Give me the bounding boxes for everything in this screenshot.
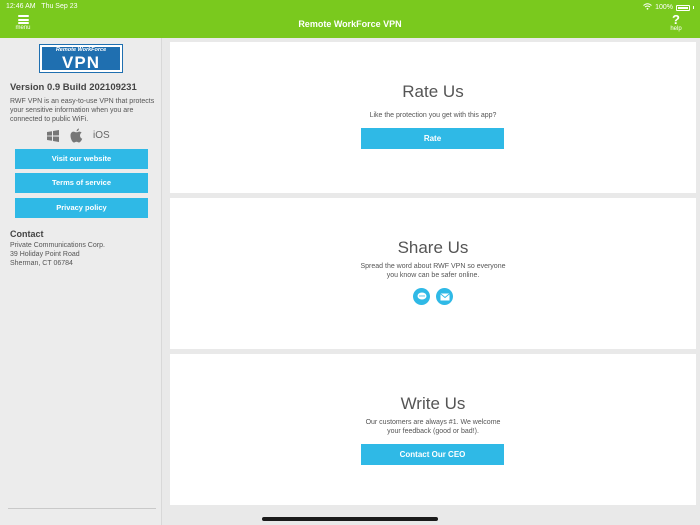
wifi-icon xyxy=(643,3,652,12)
help-label: help xyxy=(670,26,682,32)
share-us-card: Share Us Spread the word about RWF VPN s… xyxy=(170,198,696,349)
terms-of-service-button[interactable]: Terms of service xyxy=(15,173,148,193)
visit-website-button[interactable]: Visit our website xyxy=(15,149,148,169)
rate-us-card: Rate Us Like the protection you get with… xyxy=(170,42,696,193)
rate-button[interactable]: Rate xyxy=(361,128,504,149)
contact-company: Private Communications Corp. xyxy=(10,242,105,249)
top-bar: 12:46 AM Thu Sep 23 100% menu Remote Wor… xyxy=(0,0,700,38)
contact-title: Contact xyxy=(10,229,44,239)
privacy-policy-button[interactable]: Privacy policy xyxy=(15,198,148,218)
logo-main-text: VPN xyxy=(62,53,100,72)
write-us-text: Our customers are always #1. We welcome … xyxy=(365,419,501,435)
share-us-title: Share Us xyxy=(397,238,469,257)
version-label: Version 0.9 Build 202109231 xyxy=(10,82,137,93)
contact-street: 39 Holiday Point Road xyxy=(10,251,80,258)
app-description: RWF VPN is an easy-to-use VPN that prote… xyxy=(10,98,155,123)
windows-icon xyxy=(46,129,60,142)
status-clock: 12:46 AM xyxy=(6,3,36,10)
contact-city: Sherman, CT 06784 xyxy=(10,260,73,267)
platform-icons: iOS xyxy=(46,128,110,143)
share-icons xyxy=(170,288,696,305)
question-icon: ? xyxy=(672,12,680,27)
contact-ceo-button[interactable]: Contact Our CEO xyxy=(361,444,504,465)
write-us-title: Write Us xyxy=(400,394,466,413)
status-time: 12:46 AM Thu Sep 23 xyxy=(6,3,78,10)
help-button[interactable]: ? help xyxy=(666,12,686,32)
rate-us-title: Rate Us xyxy=(402,82,464,101)
app-title: Remote WorkForce VPN xyxy=(298,19,402,29)
battery-percent: 100% xyxy=(655,4,673,11)
sidebar: Remote WorkForce VPN Version 0.9 Build 2… xyxy=(0,38,162,525)
mail-icon[interactable] xyxy=(436,288,453,305)
sidebar-divider xyxy=(8,508,156,509)
battery-icon xyxy=(676,4,690,11)
home-indicator[interactable] xyxy=(262,517,438,521)
message-icon[interactable] xyxy=(413,288,430,305)
share-us-text: Spread the word about RWF VPN so everyon… xyxy=(360,263,506,279)
vpn-logo: Remote WorkForce VPN xyxy=(39,44,123,73)
rate-us-text: Like the protection you get with this ap… xyxy=(369,112,497,119)
write-us-card: Write Us Our customers are always #1. We… xyxy=(170,354,696,505)
status-right: 100% xyxy=(643,3,694,12)
battery-tip xyxy=(693,6,694,9)
apple-icon xyxy=(70,128,83,143)
ios-label: iOS xyxy=(93,130,110,141)
status-date: Thu Sep 23 xyxy=(41,3,78,10)
